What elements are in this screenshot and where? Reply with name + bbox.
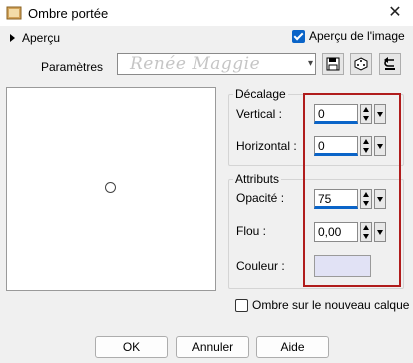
checkbox-checked-icon[interactable]	[292, 29, 305, 43]
opacity-label: Opacité :	[236, 191, 285, 205]
chevron-down-icon[interactable]: ▾	[308, 58, 313, 69]
cancel-button[interactable]: Annuler	[176, 336, 249, 358]
presets-label: Paramètres	[41, 60, 104, 74]
watermark-text: Renée Maggie	[130, 54, 261, 74]
presets-dropdown[interactable]: Renée Maggie ▾	[117, 53, 316, 75]
save-preset-button[interactable]	[322, 53, 344, 75]
target-circle-icon[interactable]	[105, 182, 116, 193]
shadow-layer-label: Ombre sur le nouveau calque	[252, 298, 410, 312]
expand-triangle-icon	[10, 34, 15, 42]
shadow-dialog: Ombre portée ✕ Aperçu Aperçu de l'image …	[0, 0, 413, 363]
color-label: Couleur :	[236, 259, 285, 273]
random-button[interactable]	[350, 53, 372, 75]
window-title: Ombre portée	[28, 6, 109, 21]
preview-toggle[interactable]: Aperçu	[10, 31, 60, 45]
save-icon	[326, 57, 340, 71]
app-icon	[6, 6, 22, 20]
attributes-group-title: Attributs	[233, 172, 282, 186]
offset-group-title: Décalage	[233, 87, 288, 101]
shadow-layer-checkbox[interactable]: Ombre sur le nouveau calque	[235, 298, 409, 312]
image-preview-label: Aperçu de l'image	[309, 29, 405, 43]
blur-label: Flou :	[236, 224, 267, 238]
checkbox-unchecked-icon[interactable]	[235, 298, 248, 312]
reset-icon	[384, 57, 395, 70]
help-button[interactable]: Aide	[256, 336, 329, 358]
preview-toggle-label: Aperçu	[22, 31, 61, 45]
reset-button[interactable]	[379, 53, 401, 75]
preview-canvas[interactable]	[6, 87, 216, 291]
highlight-frame	[303, 93, 401, 287]
close-icon[interactable]: ✕	[385, 3, 405, 23]
title-bar: Ombre portée ✕	[0, 0, 413, 26]
dice-icon	[354, 57, 368, 71]
image-preview-checkbox[interactable]: Aperçu de l'image	[292, 29, 405, 43]
vertical-label: Vertical :	[236, 107, 283, 121]
ok-button[interactable]: OK	[95, 336, 168, 358]
horizontal-label: Horizontal :	[236, 139, 297, 153]
